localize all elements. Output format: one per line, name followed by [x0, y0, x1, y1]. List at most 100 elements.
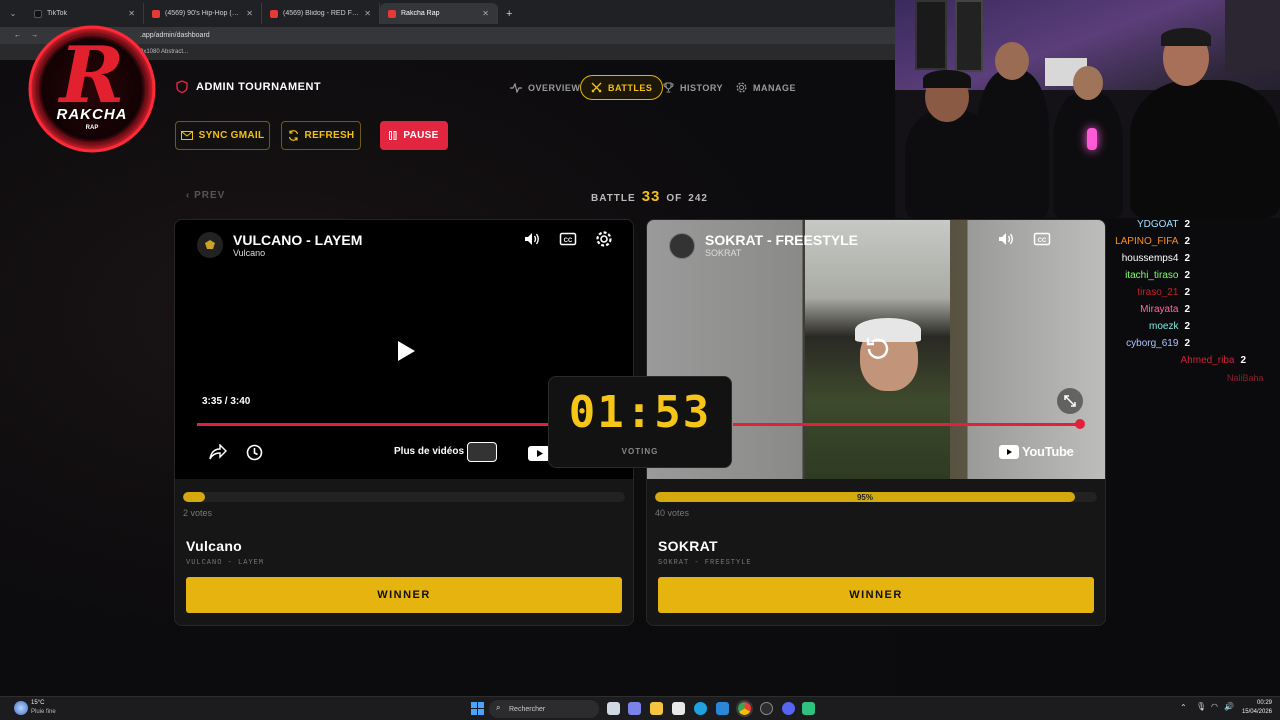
chat-row: houssemps4 2 [1122, 253, 1190, 264]
play-icon[interactable] [395, 340, 417, 362]
swords-icon [591, 82, 602, 93]
clock-icon[interactable] [246, 444, 263, 461]
svg-text:CC: CC [1038, 238, 1047, 244]
app-icon[interactable] [760, 702, 773, 715]
replay-icon[interactable] [863, 335, 891, 363]
close-icon[interactable]: ✕ [482, 9, 489, 18]
logo-text: RAKCHA [56, 106, 128, 123]
progress-handle[interactable] [1075, 419, 1085, 429]
close-icon[interactable]: ✕ [246, 9, 253, 18]
winner-button-right[interactable]: WINNER [658, 577, 1094, 613]
person-silhouette [977, 70, 1049, 218]
nav-overview[interactable]: OVERVIEW [500, 75, 590, 100]
pause-button[interactable]: PAUSE [380, 121, 448, 150]
youtube-logo[interactable]: YouTube [999, 444, 1074, 459]
nav-history[interactable]: HISTORY [653, 75, 733, 100]
winner-button-left[interactable]: WINNER [186, 577, 622, 613]
teams-icon[interactable] [628, 702, 641, 715]
browser-tab-tiktok[interactable]: TikTok ✕ [26, 3, 144, 24]
close-icon[interactable]: ✕ [364, 9, 371, 18]
app-icon[interactable] [802, 702, 815, 715]
more-videos-label[interactable]: Plus de vidéos [394, 446, 464, 457]
tab-label: (4569) Blidog - RED FLAG (Offi... [283, 10, 359, 17]
chat-count: 2 [1184, 219, 1190, 230]
file-explorer-icon[interactable] [650, 702, 663, 715]
nav-manage[interactable]: MANAGE [726, 75, 806, 100]
weather-desc[interactable]: Pluie fine [31, 709, 56, 715]
nav-label: OVERVIEW [528, 82, 581, 93]
chat-count: 2 [1184, 270, 1190, 281]
back-icon[interactable]: ← [14, 32, 21, 39]
video-progress-bar[interactable] [733, 423, 1079, 426]
rakcha-logo: R RAKCHA RAP [27, 24, 157, 154]
contestant-name: Vulcano [186, 538, 243, 554]
chat-row: tiraso_21 2 [1137, 287, 1190, 298]
captions-icon[interactable]: CC [1033, 230, 1051, 248]
prev-battle-button[interactable]: ‹ PREV [186, 190, 225, 201]
vote-bar-fill [183, 492, 206, 502]
youtube-icon[interactable] [528, 446, 550, 461]
youtube-icon [999, 444, 1019, 459]
video-title: SOKRAT - FREESTYLE [705, 232, 858, 248]
chevron-up-icon[interactable]: ⌃ [1180, 703, 1187, 712]
refresh-icon [288, 130, 298, 141]
weather-temp[interactable]: 15°C [31, 700, 44, 706]
chat-row: Mirayata 2 [1140, 304, 1190, 315]
vote-count: 40 votes [655, 508, 690, 518]
person-head [995, 42, 1029, 80]
chat-username: YDGOAT [1136, 219, 1179, 230]
weather-icon [14, 701, 28, 715]
speaker-icon[interactable]: 🔊 [1224, 702, 1234, 711]
volume-icon[interactable] [997, 230, 1015, 248]
captions-icon[interactable]: CC [559, 230, 577, 248]
rakcha-icon [388, 9, 396, 18]
close-icon[interactable]: ✕ [128, 9, 135, 18]
new-tab-button[interactable]: + [506, 8, 512, 20]
wifi-icon[interactable]: ◠ [1211, 702, 1218, 711]
video-time: 3:35 / 3:40 [202, 396, 251, 407]
video-channel: Vulcano [233, 248, 266, 258]
taskbar-search[interactable]: ⌕ Rechercher [489, 700, 599, 718]
clock-time[interactable]: 00:29 [1252, 700, 1272, 706]
edge-icon[interactable] [694, 702, 707, 715]
contestant-track: SOKRAT - FREESTYLE [658, 559, 752, 567]
discord-icon[interactable] [782, 702, 795, 715]
youtube-icon [270, 9, 278, 18]
clock-date[interactable]: 15/04/2026 [1238, 709, 1272, 715]
refresh-button[interactable]: REFRESH [281, 121, 361, 150]
video-title: VULCANO - LAYEM [233, 232, 363, 248]
volume-icon[interactable] [523, 230, 541, 248]
tab-search-icon[interactable]: ⌄ [0, 4, 26, 24]
browser-tab-hiphop[interactable]: (4569) 90's Hip-Hop (1994) [Lo... ✕ [144, 3, 262, 24]
vote-count: 2 votes [183, 508, 213, 518]
pause-icon [389, 131, 397, 140]
trophy-icon [663, 82, 674, 93]
share-icon[interactable] [209, 444, 227, 460]
nav-label: HISTORY [680, 82, 724, 93]
video-top-controls: CC [523, 230, 613, 248]
battle-total: 242 [688, 193, 708, 204]
chat-username: houssemps4 [1121, 253, 1179, 264]
chat-row: moezk 2 [1149, 321, 1190, 332]
store-icon[interactable] [672, 702, 685, 715]
mail-app-icon[interactable] [716, 702, 729, 715]
more-videos-thumb[interactable] [467, 442, 497, 462]
chat-count: 2 [1184, 253, 1190, 264]
windows-start-icon[interactable] [471, 702, 484, 715]
nav-battles[interactable]: BATTLES [580, 75, 664, 100]
chrome-icon[interactable] [736, 700, 753, 717]
browser-tab-bar: ⌄ TikTok ✕ (4569) 90's Hip-Hop (1994) [L… [0, 0, 895, 27]
chat-count: 2 [1184, 304, 1190, 315]
browser-tab-rakcha[interactable]: Rakcha Rap ✕ [380, 3, 498, 24]
task-view-icon[interactable] [607, 702, 620, 715]
expand-icon [1064, 395, 1076, 407]
vote-bar-right: 95% [655, 492, 1097, 502]
browser-tab-redflag[interactable]: (4569) Blidog - RED FLAG (Offi... ✕ [262, 3, 380, 24]
fullscreen-button[interactable] [1057, 388, 1083, 414]
microphone-icon[interactable]: 🎙 [1196, 702, 1206, 711]
video-progress-bar[interactable] [197, 423, 577, 426]
chat-count: 2 [1184, 287, 1190, 298]
settings-icon[interactable] [595, 230, 613, 248]
contestant-name: SOKRAT [658, 538, 718, 554]
sync-gmail-button[interactable]: SYNC GMAIL [175, 121, 270, 150]
